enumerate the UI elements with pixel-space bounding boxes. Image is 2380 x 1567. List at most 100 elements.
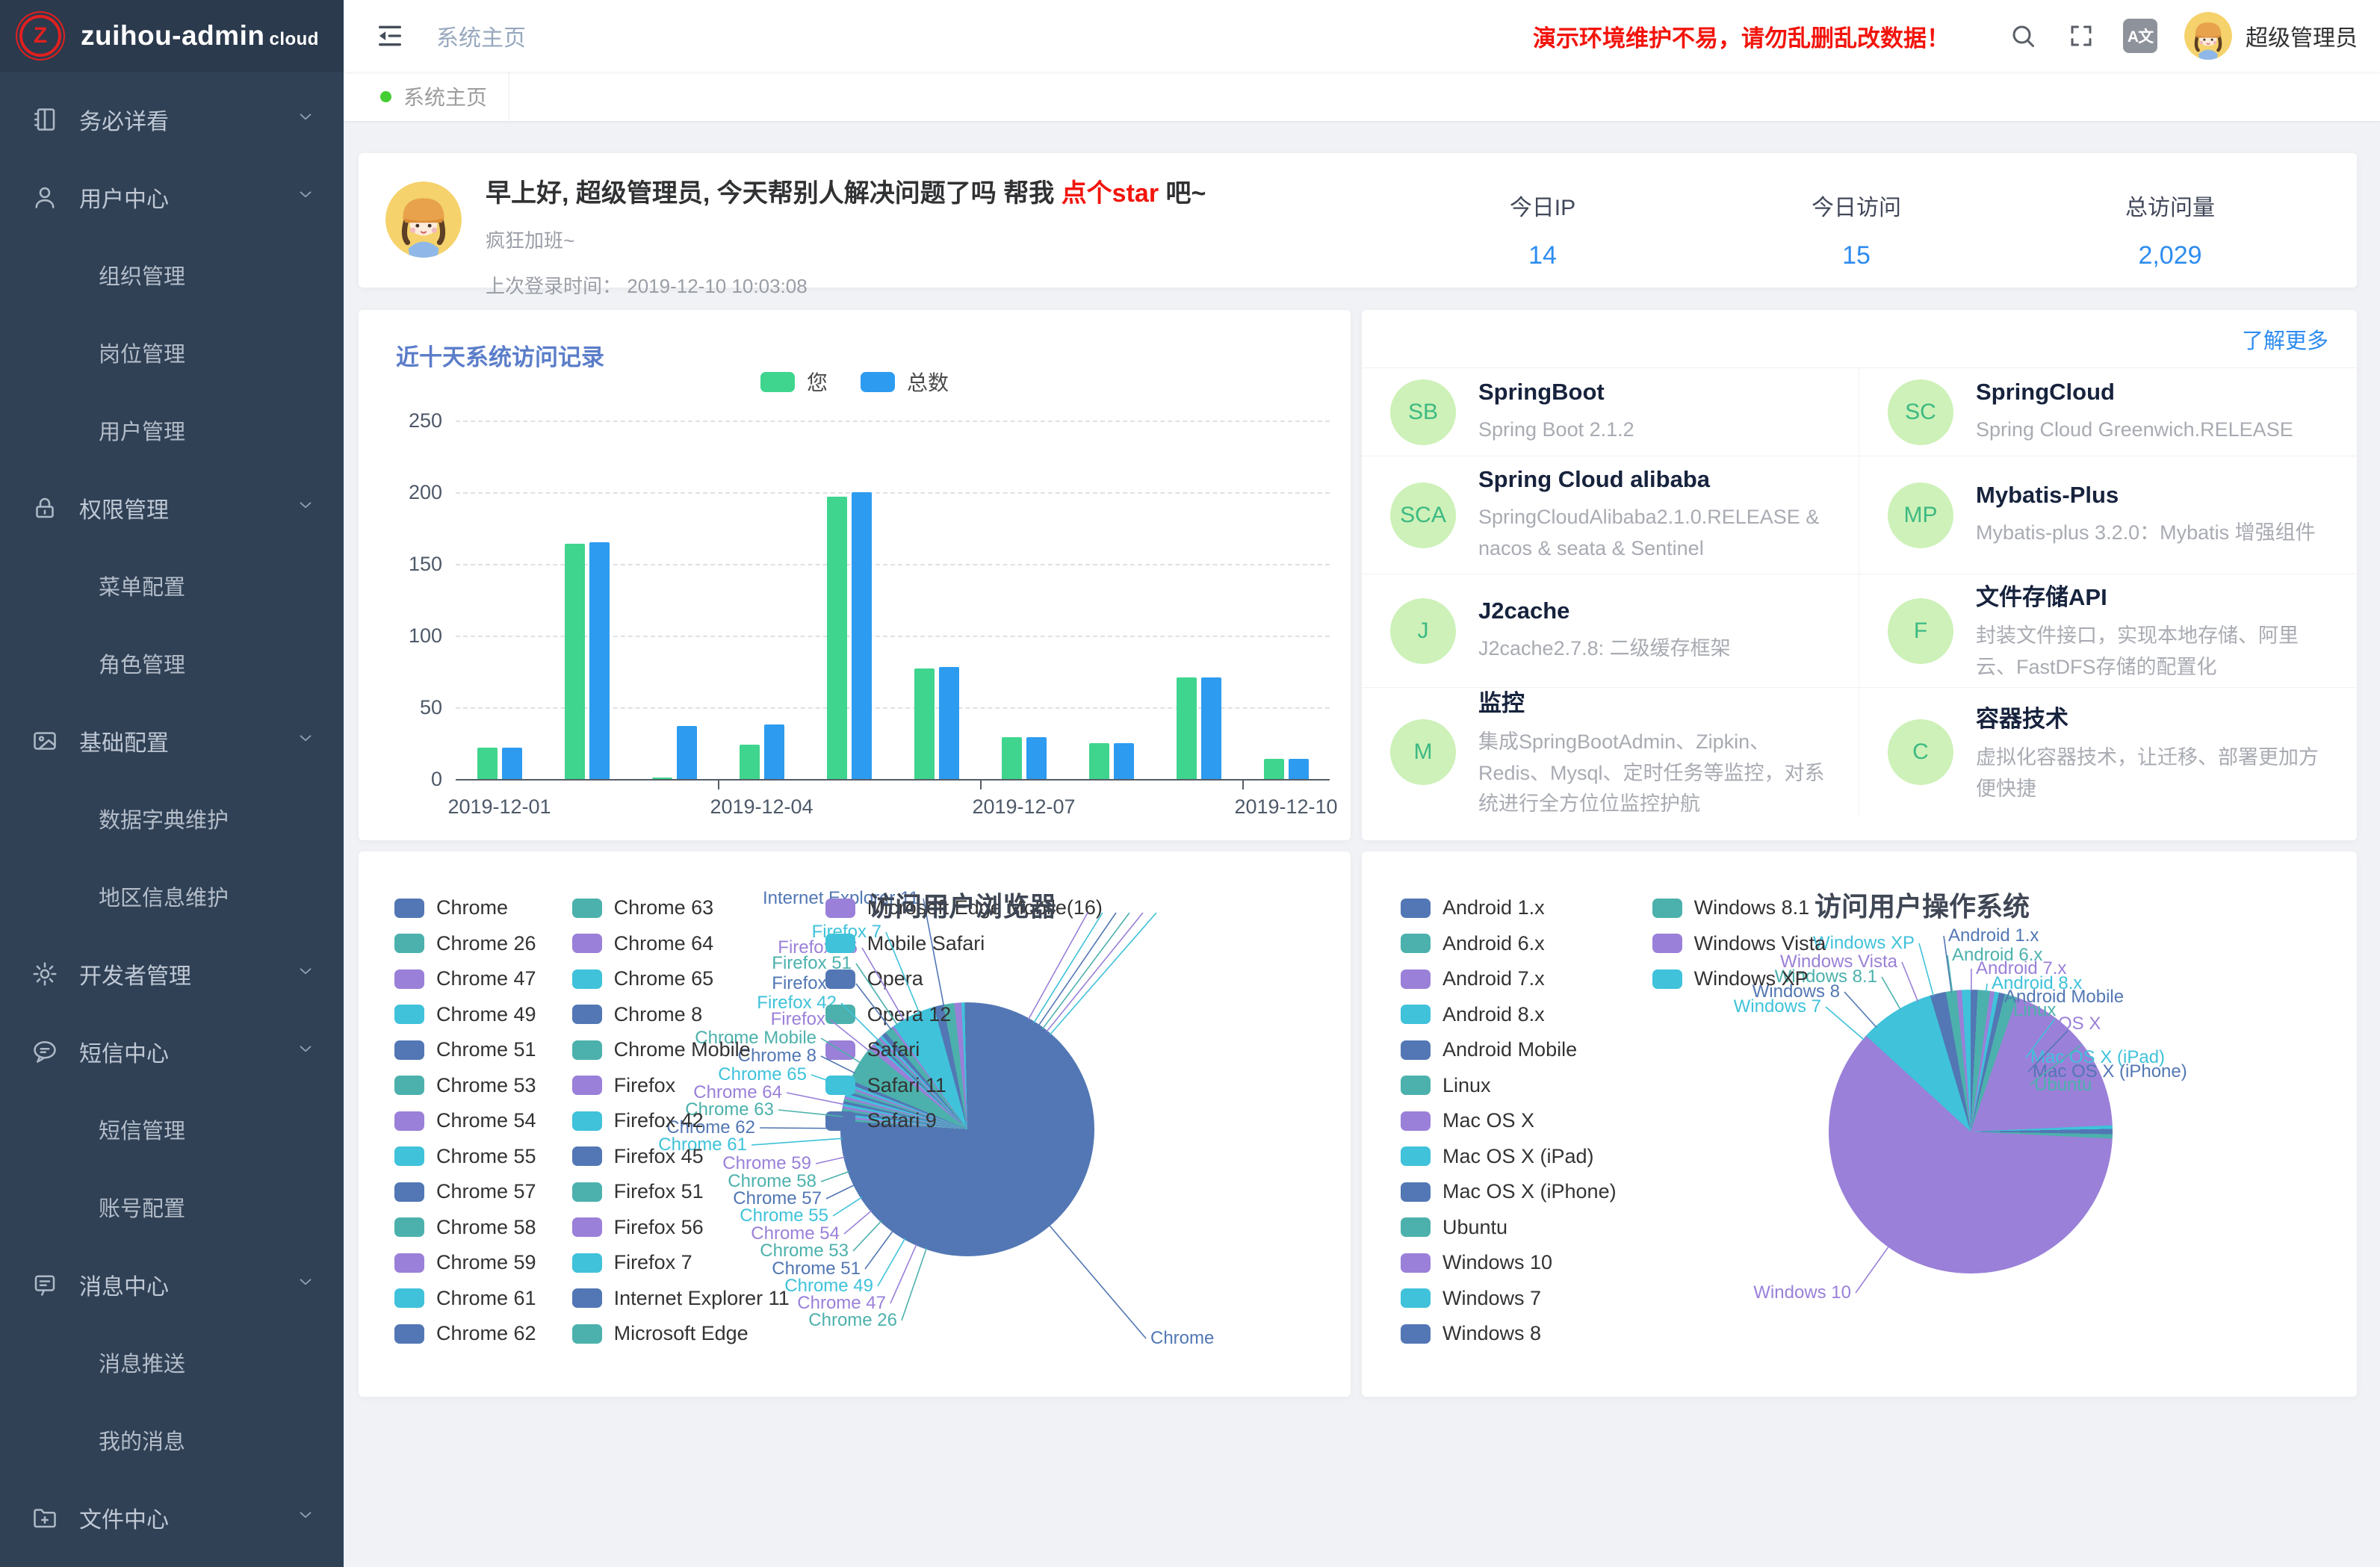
sidebar-item-消息中心[interactable]: 消息中心 (0, 1246, 344, 1324)
legend-item-Chrome 62[interactable]: Chrome 62 (394, 1316, 536, 1352)
star-link[interactable]: 点个star (1062, 179, 1159, 208)
legend-item-Chrome 53[interactable]: Chrome 53 (394, 1068, 536, 1104)
sidebar-item-菜单配置[interactable]: 菜单配置 (0, 547, 344, 624)
legend-label: Safari 9 (867, 1109, 937, 1132)
legend-item-Chrome 61[interactable]: Chrome 61 (394, 1281, 536, 1317)
sidebar-item-权限管理[interactable]: 权限管理 (0, 469, 344, 547)
x-axis-tick (980, 781, 982, 789)
legend-label: Mac OS X (iPad) (1442, 1145, 1594, 1168)
sidebar-item-用户管理[interactable]: 用户管理 (0, 391, 344, 469)
sidebar-item-文件中心[interactable]: 文件中心 (0, 1479, 344, 1557)
legend-item-Chrome 51[interactable]: Chrome 51 (394, 1032, 536, 1068)
bar-chart-legend: 您 总数 (359, 367, 1351, 397)
legend-item-Android 7.x[interactable]: Android 7.x (1401, 961, 1617, 997)
legend-item-Chrome 59[interactable]: Chrome 59 (394, 1245, 536, 1281)
legend-item-您[interactable]: 您 (760, 367, 828, 397)
tab-home[interactable]: 系统主页 (359, 72, 509, 121)
sidebar-item-账号配置[interactable]: 账号配置 (0, 1168, 344, 1246)
legend-item-Firefox 42[interactable]: Firefox 42 (572, 1103, 790, 1139)
legend-item-Mobile Safari[interactable]: Mobile Safari (825, 926, 1103, 962)
app-logo[interactable]: Z zuihou-admincloud (0, 0, 344, 72)
legend-swatch (572, 1040, 602, 1060)
legend-item-Firefox[interactable]: Firefox (572, 1068, 790, 1104)
sidebar-item-label: 基础配置 (79, 724, 169, 757)
gridline (456, 492, 1330, 494)
sidebar-item-开发者管理[interactable]: 开发者管理 (0, 935, 344, 1013)
user-avatar[interactable] (2184, 12, 2232, 60)
legend-item-Firefox 51[interactable]: Firefox 51 (572, 1174, 790, 1210)
legend-item-Opera 12[interactable]: Opera 12 (825, 997, 1103, 1033)
legend-item-Mac OS X (iPad)[interactable]: Mac OS X (iPad) (1401, 1139, 1617, 1175)
sidebar-item-我的消息[interactable]: 我的消息 (0, 1401, 344, 1479)
legend-label: Chrome 47 (436, 967, 536, 990)
legend-item-Chrome[interactable]: Chrome (394, 890, 536, 926)
legend-item-Mac OS X (iPhone)[interactable]: Mac OS X (iPhone) (1401, 1174, 1617, 1210)
bar-总数-2019-12-07 (1026, 737, 1047, 781)
legend-item-总数[interactable]: 总数 (861, 367, 949, 397)
sidebar-item-务必详看[interactable]: 务必详看 (0, 81, 344, 158)
legend-swatch (394, 1324, 424, 1344)
last-login-time: 上次登录时间： 2019-12-10 10:03:08 (486, 271, 1206, 299)
legend-label: Chrome 59 (436, 1251, 536, 1274)
legend-item-Linux[interactable]: Linux (1401, 1068, 1617, 1104)
legend-item-Mac OS X[interactable]: Mac OS X (1401, 1103, 1617, 1139)
legend-item-Internet Explorer 11[interactable]: Internet Explorer 11 (572, 1281, 790, 1317)
language-switch-icon[interactable]: A文 (2123, 19, 2157, 53)
legend-item-Chrome Mobile[interactable]: Chrome Mobile (572, 1032, 790, 1068)
sidebar-item-地区信息维护[interactable]: 地区信息维护 (0, 857, 344, 935)
sidebar-item-组织管理[interactable]: 组织管理 (0, 236, 344, 314)
legend-item-Chrome 26[interactable]: Chrome 26 (394, 926, 536, 962)
legend-item-Android 1.x[interactable]: Android 1.x (1401, 890, 1617, 926)
sidebar-item-角色管理[interactable]: 角色管理 (0, 624, 344, 702)
username[interactable]: 超级管理员 (2246, 19, 2358, 52)
legend-item-Windows 8[interactable]: Windows 8 (1401, 1316, 1617, 1352)
legend-item-Chrome 58[interactable]: Chrome 58 (394, 1210, 536, 1246)
pie-legend: Android 1.xAndroid 6.xAndroid 7.xAndroid… (1401, 890, 1826, 1352)
legend-item-Chrome 57[interactable]: Chrome 57 (394, 1174, 536, 1210)
legend-item-Ubuntu[interactable]: Ubuntu (1401, 1210, 1617, 1246)
legend-item-Windows 7[interactable]: Windows 7 (1401, 1281, 1617, 1317)
legend-item-Windows 8.1[interactable]: Windows 8.1 (1652, 890, 1826, 926)
legend-item-Safari 9[interactable]: Safari 9 (825, 1103, 1103, 1139)
gear-icon (31, 961, 79, 987)
legend-swatch (1401, 1324, 1431, 1344)
search-icon[interactable] (2006, 19, 2039, 52)
legend-item-Chrome 8[interactable]: Chrome 8 (572, 997, 790, 1033)
legend-label: Chrome 58 (436, 1216, 536, 1239)
legend-item-Chrome 65[interactable]: Chrome 65 (572, 961, 790, 997)
sidebar-item-数据字典维护[interactable]: 数据字典维护 (0, 780, 344, 857)
sidebar-item-消息推送[interactable]: 消息推送 (0, 1324, 344, 1401)
collapse-sidebar-icon[interactable] (375, 21, 405, 51)
legend-item-Windows XP[interactable]: Windows XP (1652, 961, 1826, 997)
legend-item-Android 6.x[interactable]: Android 6.x (1401, 926, 1617, 962)
legend-item-Firefox 45[interactable]: Firefox 45 (572, 1139, 790, 1175)
legend-label: Chrome 65 (614, 967, 714, 990)
legend-item-Windows 10[interactable]: Windows 10 (1401, 1245, 1617, 1281)
sidebar-item-岗位管理[interactable]: 岗位管理 (0, 314, 344, 391)
legend-item-Android 8.x[interactable]: Android 8.x (1401, 997, 1617, 1033)
legend-item-Chrome 55[interactable]: Chrome 55 (394, 1139, 536, 1175)
legend-item-Chrome 54[interactable]: Chrome 54 (394, 1103, 536, 1139)
legend-swatch (394, 1288, 424, 1308)
legend-item-Microsoft Edge[interactable]: Microsoft Edge (572, 1316, 790, 1352)
fullscreen-icon[interactable] (2065, 19, 2098, 52)
legend-item-Firefox 7[interactable]: Firefox 7 (572, 1245, 790, 1281)
sidebar-item-label: 菜单配置 (99, 570, 185, 601)
legend-item-Chrome 64[interactable]: Chrome 64 (572, 926, 790, 962)
legend-item-Firefox 56[interactable]: Firefox 56 (572, 1210, 790, 1246)
legend-item-Chrome 63[interactable]: Chrome 63 (572, 890, 790, 926)
sidebar-item-短信中心[interactable]: 短信中心 (0, 1013, 344, 1090)
learn-more-link[interactable]: 了解更多 (2242, 323, 2328, 355)
legend-item-Opera[interactable]: Opera (825, 961, 1103, 997)
legend-item-Safari 11[interactable]: Safari 11 (825, 1068, 1103, 1104)
legend-item-Android Mobile[interactable]: Android Mobile (1401, 1032, 1617, 1068)
sidebar-item-用户中心[interactable]: 用户中心 (0, 158, 344, 236)
legend-label: 您 (807, 367, 828, 397)
breadcrumb[interactable]: 系统主页 (436, 19, 526, 52)
sidebar-item-基础配置[interactable]: 基础配置 (0, 702, 344, 780)
legend-item-Chrome 47[interactable]: Chrome 47 (394, 961, 536, 997)
legend-item-Windows Vista[interactable]: Windows Vista (1652, 926, 1826, 962)
sidebar-item-短信管理[interactable]: 短信管理 (0, 1090, 344, 1168)
legend-item-Safari[interactable]: Safari (825, 1032, 1103, 1068)
legend-item-Chrome 49[interactable]: Chrome 49 (394, 997, 536, 1033)
